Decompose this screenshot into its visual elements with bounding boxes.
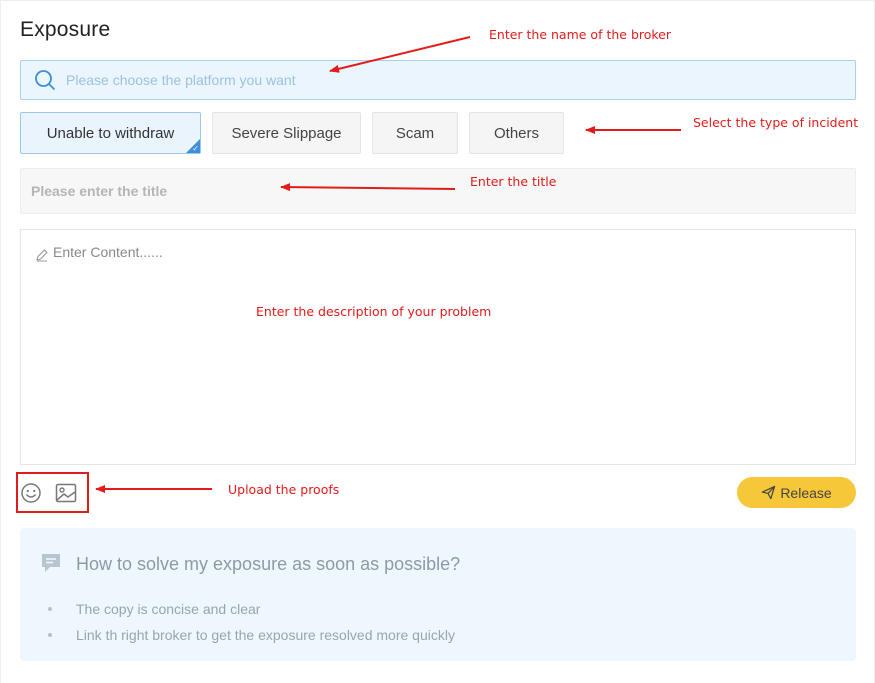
type-label: Scam — [395, 124, 435, 142]
content-textarea[interactable] — [53, 244, 843, 454]
release-button[interactable]: Release — [737, 477, 856, 508]
release-label: Release — [780, 484, 832, 501]
type-others-button[interactable]: Others — [469, 112, 564, 154]
type-label: Unable to withdraw — [46, 124, 175, 142]
bullet-icon — [48, 607, 52, 611]
type-label: Others — [493, 124, 539, 142]
platform-search-box[interactable] — [20, 60, 856, 100]
page-title: Exposure — [20, 18, 111, 41]
bullet-icon — [48, 633, 52, 637]
send-icon — [762, 485, 776, 500]
content-editor — [20, 229, 856, 465]
annotation-proofs: Upload the proofs — [228, 482, 340, 497]
annotation-title: Enter the title — [470, 174, 557, 189]
type-unable-to-withdraw-button[interactable]: Unable to withdraw ✓ — [20, 112, 201, 154]
image-upload-icon[interactable] — [54, 481, 78, 505]
annotation-description: Enter the description of your problem — [256, 304, 492, 319]
tips-title: How to solve my exposure as soon as poss… — [76, 554, 461, 574]
type-label: Severe Slippage — [231, 124, 342, 142]
list-item: The copy is concise and clear — [48, 596, 455, 622]
pencil-icon — [35, 248, 49, 262]
type-scam-button[interactable]: Scam — [372, 112, 458, 154]
annotation-broker: Enter the name of the broker — [489, 27, 672, 42]
comment-icon — [40, 552, 64, 574]
list-item: Link th right broker to get the exposure… — [48, 622, 455, 648]
check-icon: ✓ — [192, 144, 199, 153]
tips-list: The copy is concise and clear Link th ri… — [48, 596, 455, 648]
incident-type-group: Unable to withdraw ✓ Severe Slippage Sca… — [20, 112, 575, 154]
title-input[interactable] — [21, 169, 855, 213]
search-icon — [34, 69, 56, 91]
smiley-icon[interactable] — [19, 481, 43, 505]
platform-search-input[interactable] — [66, 72, 766, 88]
title-field — [20, 168, 856, 214]
annotation-incident: Select the type of incident — [693, 115, 859, 130]
tips-panel: How to solve my exposure as soon as poss… — [20, 528, 856, 661]
type-severe-slippage-button[interactable]: Severe Slippage — [212, 112, 361, 154]
